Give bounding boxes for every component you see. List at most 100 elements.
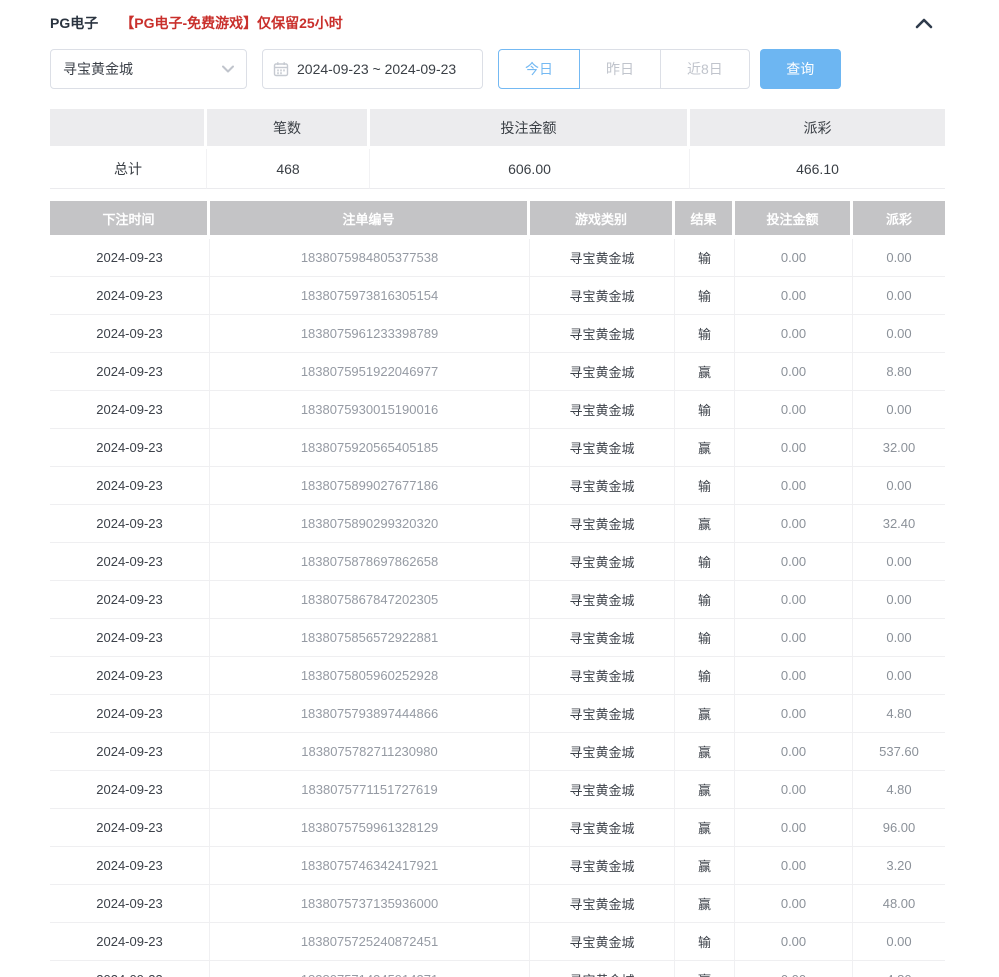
col-header-bet-id: 注单编号 [210, 201, 530, 239]
cell-bet-time: 2024-09-23 [50, 315, 210, 353]
cell-game-type: 寻宝黄金城 [530, 733, 675, 771]
cell-bet-amount: 0.00 [735, 467, 853, 505]
cell-game-type: 寻宝黄金城 [530, 353, 675, 391]
cell-result: 输 [675, 619, 735, 657]
cell-game-type: 寻宝黄金城 [530, 695, 675, 733]
cell-payout: 0.00 [853, 315, 945, 353]
query-button[interactable]: 查询 [760, 49, 841, 89]
table-row: 2024-09-231838075725240872451寻宝黄金城输0.000… [50, 923, 945, 961]
cell-bet-amount: 0.00 [735, 239, 853, 277]
cell-game-type: 寻宝黄金城 [530, 239, 675, 277]
date-range-value: 2024-09-23 ~ 2024-09-23 [297, 61, 456, 77]
cell-bet-time: 2024-09-23 [50, 543, 210, 581]
cell-bet-time: 2024-09-23 [50, 429, 210, 467]
records-table: 下注时间 注单编号 游戏类别 结果 投注金额 派彩 2024-09-231838… [50, 201, 945, 977]
cell-game-type: 寻宝黄金城 [530, 315, 675, 353]
cell-bet-time: 2024-09-23 [50, 885, 210, 923]
cell-bet-time: 2024-09-23 [50, 809, 210, 847]
cell-bet-amount: 0.00 [735, 771, 853, 809]
summary-table: 笔数 投注金额 派彩 总计 468 606.00 466.10 [50, 109, 945, 189]
cell-bet-id: 1838075737135936000 [210, 885, 530, 923]
cell-payout: 0.00 [853, 657, 945, 695]
calendar-icon [273, 61, 289, 77]
cell-bet-id: 1838075759961328129 [210, 809, 530, 847]
cell-bet-id: 1838075930015190016 [210, 391, 530, 429]
cell-payout: 0.00 [853, 923, 945, 961]
cell-bet-time: 2024-09-23 [50, 467, 210, 505]
table-row: 2024-09-231838075714345914371寻宝黄金城赢0.004… [50, 961, 945, 977]
records-body: 2024-09-231838075984805377538寻宝黄金城输0.000… [50, 239, 945, 977]
table-row: 2024-09-231838075746342417921寻宝黄金城赢0.003… [50, 847, 945, 885]
table-row: 2024-09-231838075951922046977寻宝黄金城赢0.008… [50, 353, 945, 391]
table-row: 2024-09-231838075899027677186寻宝黄金城输0.000… [50, 467, 945, 505]
cell-payout: 0.00 [853, 581, 945, 619]
cell-result: 赢 [675, 505, 735, 543]
cell-bet-amount: 0.00 [735, 809, 853, 847]
date-range-input[interactable]: 2024-09-23 ~ 2024-09-23 [262, 49, 483, 89]
chevron-up-icon [915, 17, 933, 29]
cell-bet-amount: 0.00 [735, 391, 853, 429]
cell-payout: 0.00 [853, 277, 945, 315]
cell-bet-time: 2024-09-23 [50, 353, 210, 391]
cell-payout: 8.80 [853, 353, 945, 391]
last-8-days-button[interactable]: 近8日 [660, 49, 750, 89]
table-row: 2024-09-231838075920565405185寻宝黄金城赢0.003… [50, 429, 945, 467]
cell-bet-time: 2024-09-23 [50, 695, 210, 733]
summary-total-row: 总计 468 606.00 466.10 [50, 149, 945, 189]
collapse-panel-button[interactable] [913, 12, 935, 34]
col-header-bet-amount: 投注金额 [735, 201, 853, 239]
cell-bet-time: 2024-09-23 [50, 923, 210, 961]
cell-bet-time: 2024-09-23 [50, 771, 210, 809]
table-row: 2024-09-231838075890299320320寻宝黄金城赢0.003… [50, 505, 945, 543]
cell-payout: 48.00 [853, 885, 945, 923]
cell-bet-amount: 0.00 [735, 505, 853, 543]
cell-bet-time: 2024-09-23 [50, 391, 210, 429]
cell-bet-time: 2024-09-23 [50, 619, 210, 657]
cell-payout: 4.80 [853, 695, 945, 733]
summary-total-bet-amount: 606.00 [370, 149, 690, 189]
cell-payout: 4.80 [853, 771, 945, 809]
cell-result: 输 [675, 467, 735, 505]
cell-bet-amount: 0.00 [735, 847, 853, 885]
cell-result: 输 [675, 239, 735, 277]
table-row: 2024-09-231838075771151727619寻宝黄金城赢0.004… [50, 771, 945, 809]
cell-bet-amount: 0.00 [735, 885, 853, 923]
cell-bet-amount: 0.00 [735, 619, 853, 657]
cell-result: 输 [675, 543, 735, 581]
col-header-result: 结果 [675, 201, 735, 239]
col-header-bet-time: 下注时间 [50, 201, 210, 239]
cell-bet-amount: 0.00 [735, 315, 853, 353]
betting-records-page: PG电子 【PG电子-免费游戏】仅保留25小时 寻宝黄金城 [50, 0, 945, 977]
cell-bet-time: 2024-09-23 [50, 581, 210, 619]
cell-result: 赢 [675, 771, 735, 809]
game-select[interactable]: 寻宝黄金城 [50, 49, 247, 89]
table-row: 2024-09-231838075973816305154寻宝黄金城输0.000… [50, 277, 945, 315]
cell-bet-amount: 0.00 [735, 353, 853, 391]
cell-payout: 96.00 [853, 809, 945, 847]
cell-payout: 0.00 [853, 467, 945, 505]
cell-bet-id: 1838075805960252928 [210, 657, 530, 695]
cell-bet-id: 1838075746342417921 [210, 847, 530, 885]
table-row: 2024-09-231838075759961328129寻宝黄金城赢0.009… [50, 809, 945, 847]
summary-header-empty [50, 109, 207, 149]
table-row: 2024-09-231838075930015190016寻宝黄金城输0.000… [50, 391, 945, 429]
cell-bet-time: 2024-09-23 [50, 505, 210, 543]
table-row: 2024-09-231838075805960252928寻宝黄金城输0.000… [50, 657, 945, 695]
yesterday-button[interactable]: 昨日 [579, 49, 661, 89]
table-row: 2024-09-231838075867847202305寻宝黄金城输0.000… [50, 581, 945, 619]
today-button[interactable]: 今日 [498, 49, 580, 89]
summary-header-payout: 派彩 [690, 109, 945, 149]
cell-bet-amount: 0.00 [735, 277, 853, 315]
cell-bet-amount: 0.00 [735, 961, 853, 977]
cell-bet-id: 1838075973816305154 [210, 277, 530, 315]
cell-game-type: 寻宝黄金城 [530, 657, 675, 695]
table-row: 2024-09-231838075856572922881寻宝黄金城输0.000… [50, 619, 945, 657]
cell-bet-amount: 0.00 [735, 581, 853, 619]
cell-bet-amount: 0.00 [735, 543, 853, 581]
cell-bet-amount: 0.00 [735, 695, 853, 733]
table-row: 2024-09-231838075961233398789寻宝黄金城输0.000… [50, 315, 945, 353]
cell-game-type: 寻宝黄金城 [530, 809, 675, 847]
cell-bet-id: 1838075725240872451 [210, 923, 530, 961]
cell-game-type: 寻宝黄金城 [530, 277, 675, 315]
cell-game-type: 寻宝黄金城 [530, 391, 675, 429]
